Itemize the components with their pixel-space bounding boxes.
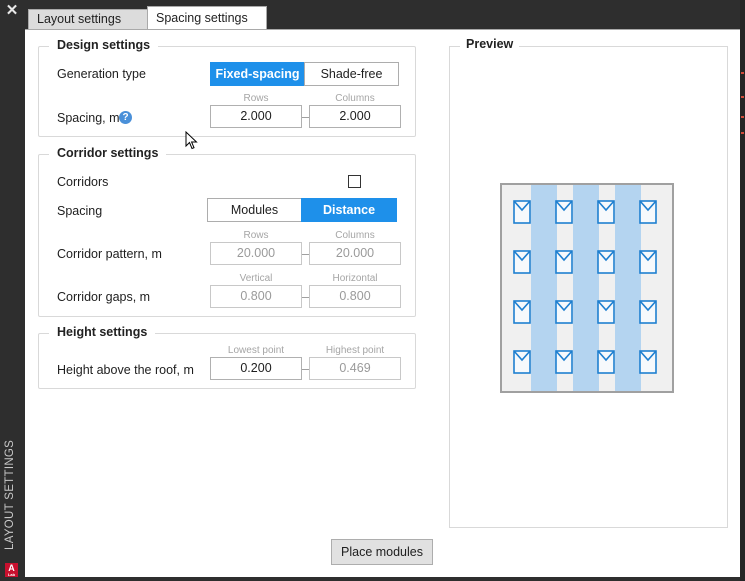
panel-vertical-title: LAYOUT SETTINGS <box>4 439 16 550</box>
corridor-stripe <box>531 185 557 391</box>
gap-horizontal-input[interactable]: 0.800 <box>309 285 401 308</box>
corridor-spacing-label: Spacing <box>57 204 103 218</box>
mouse-cursor-icon <box>185 131 198 150</box>
help-icon[interactable]: ? <box>119 111 132 124</box>
module-icon <box>513 350 531 374</box>
highest-point-input[interactable]: 0.469 <box>309 357 401 380</box>
spacing-columns-input[interactable]: 2.000 <box>309 105 401 128</box>
corridors-checkbox[interactable] <box>348 175 361 188</box>
gap-vertical-input[interactable]: 0.800 <box>210 285 302 308</box>
distance-button[interactable]: Distance <box>301 198 397 222</box>
module-icon <box>513 200 531 224</box>
pattern-columns-input[interactable]: 20.000 <box>309 242 401 265</box>
lowest-point-input[interactable]: 0.200 <box>210 357 302 380</box>
lowest-point-caption: Lowest point <box>227 345 285 356</box>
horizontal-caption: Horizontal <box>332 273 378 284</box>
app-window: ✕ LAYOUT SETTINGS A Lab Layout settings … <box>0 0 745 581</box>
module-icon <box>555 350 573 374</box>
preview-title: Preview <box>460 37 520 51</box>
app-logo-icon: A Lab <box>5 563 18 577</box>
pattern-rows-input[interactable]: 20.000 <box>210 242 302 265</box>
height-settings-group: Height settings Lowest point Highest poi… <box>38 325 416 389</box>
corridor-gaps-label: Corridor gaps, m <box>57 290 151 304</box>
generation-type-label: Generation type <box>57 67 146 81</box>
rows-caption: Rows <box>243 93 269 104</box>
module-icon <box>555 250 573 274</box>
module-icon <box>513 300 531 324</box>
tab-bar: Layout settings Spacing settings <box>25 0 740 30</box>
spacing-label: Spacing, m <box>57 111 120 125</box>
module-icon <box>597 250 615 274</box>
module-icon <box>639 200 657 224</box>
pattern-rows-caption: Rows <box>243 230 269 241</box>
module-icon <box>639 250 657 274</box>
module-icon <box>639 300 657 324</box>
side-panel-bar: ✕ LAYOUT SETTINGS A Lab <box>0 0 25 581</box>
design-settings-group: Design settings Generation type Fixed-sp… <box>38 38 416 137</box>
tab-spacing-settings[interactable]: Spacing settings <box>147 6 267 30</box>
corridor-stripe <box>615 185 641 391</box>
corridor-settings-title: Corridor settings <box>49 146 167 160</box>
preview-diagram <box>500 183 674 393</box>
fixed-spacing-button[interactable]: Fixed-spacing <box>210 62 305 86</box>
height-above-roof-label: Height above the roof, m <box>57 363 194 377</box>
corridor-settings-group: Corridor settings Corridors Spacing Modu… <box>38 146 416 317</box>
module-icon <box>597 200 615 224</box>
columns-caption: Columns <box>335 93 375 104</box>
spacing-rows-input[interactable]: 2.000 <box>210 105 302 128</box>
pattern-columns-caption: Columns <box>335 230 375 241</box>
module-icon <box>639 350 657 374</box>
module-icon <box>597 300 615 324</box>
corridor-stripe <box>573 185 599 391</box>
tab-content: Design settings Generation type Fixed-sp… <box>25 29 740 577</box>
module-icon <box>555 300 573 324</box>
right-edge-strip <box>740 0 745 581</box>
module-icon <box>597 350 615 374</box>
shade-free-button[interactable]: Shade-free <box>304 62 399 86</box>
module-icon <box>555 200 573 224</box>
tab-layout-settings[interactable]: Layout settings <box>28 9 148 29</box>
place-modules-button[interactable]: Place modules <box>331 539 433 565</box>
corridors-label: Corridors <box>57 175 109 189</box>
corridor-pattern-label: Corridor pattern, m <box>57 247 162 261</box>
vertical-caption: Vertical <box>239 273 273 284</box>
close-icon[interactable]: ✕ <box>5 3 19 18</box>
modules-button[interactable]: Modules <box>207 198 302 222</box>
highest-point-caption: Highest point <box>325 345 385 356</box>
design-settings-title: Design settings <box>49 38 159 52</box>
module-icon <box>513 250 531 274</box>
height-settings-title: Height settings <box>49 325 156 339</box>
